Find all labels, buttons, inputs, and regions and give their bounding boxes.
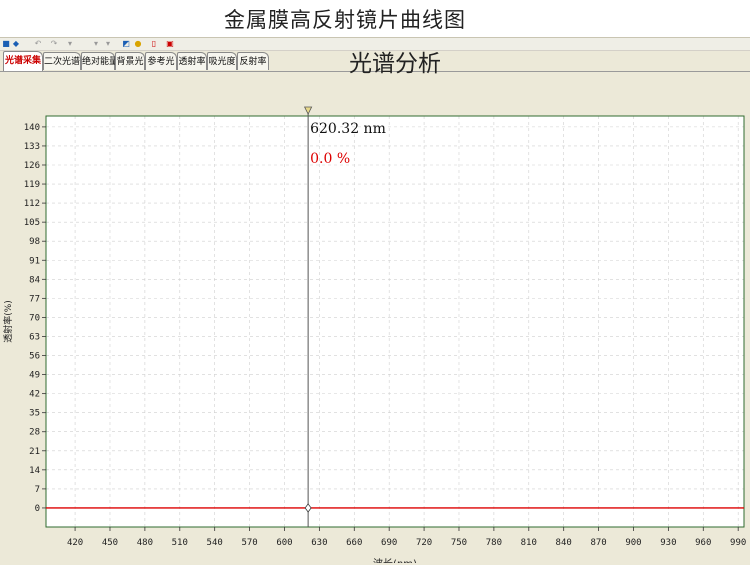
y-tick-label: 21 <box>29 447 40 457</box>
x-tick-label: 930 <box>660 538 676 548</box>
x-tick-label: 810 <box>521 538 537 548</box>
x-tick-label: 600 <box>276 538 292 548</box>
x-tick-label: 780 <box>486 538 502 548</box>
y-tick-label: 56 <box>29 352 40 362</box>
y-tick-label: 0 <box>35 504 40 514</box>
y-tick-label: 84 <box>29 275 40 285</box>
x-tick-label: 750 <box>451 538 467 548</box>
x-tick-label: 630 <box>311 538 327 548</box>
x-tick-label: 720 <box>416 538 432 548</box>
y-tick-label: 126 <box>24 161 40 171</box>
y-tick-label: 119 <box>24 180 40 190</box>
cursor-handle-icon[interactable] <box>303 106 313 115</box>
spectrum-chart[interactable]: 0 7 14 21 28 35 42 49 56 63 70 77 84 91 98 105 112 119 126… <box>0 0 750 563</box>
y-tick-label: 49 <box>29 371 40 381</box>
x-tick-label: 840 <box>556 538 572 548</box>
x-tick-label: 480 <box>137 538 153 548</box>
y-tick-label: 42 <box>29 390 40 400</box>
x-tick-label: 690 <box>381 538 397 548</box>
y-tick-label: 112 <box>24 199 40 209</box>
x-tick-label: 510 <box>172 538 188 548</box>
cursor-value-label: 0.0 % <box>310 151 350 167</box>
y-tick-label: 105 <box>24 218 40 228</box>
y-tick-label: 77 <box>29 294 40 304</box>
cursor-wavelength-label: 620.32 nm <box>310 121 386 137</box>
x-tick-label: 450 <box>102 538 118 548</box>
y-tick-label: 140 <box>24 123 40 133</box>
plot-area <box>46 116 744 527</box>
x-tick-label: 960 <box>695 538 711 548</box>
y-tick-label: 70 <box>29 313 40 323</box>
y-tick-label: 133 <box>24 142 40 152</box>
x-tick-label: 870 <box>590 538 606 548</box>
y-tick-label: 7 <box>35 485 40 495</box>
y-tick-label: 35 <box>29 409 40 419</box>
x-tick-label: 900 <box>625 538 641 548</box>
x-tick-label: 660 <box>346 538 362 548</box>
y-tick-label: 63 <box>29 332 40 342</box>
y-axis-label: 透射率(%) <box>2 300 14 343</box>
x-axis-label: 波长(nm) <box>373 557 417 563</box>
x-tick-label: 540 <box>207 538 223 548</box>
y-tick-label: 98 <box>29 237 40 247</box>
y-tick-label: 28 <box>29 428 40 438</box>
x-tick-label: 990 <box>730 538 746 548</box>
x-tick-label: 570 <box>241 538 257 548</box>
x-tick-label: 420 <box>67 538 83 548</box>
y-tick-label: 91 <box>29 256 40 266</box>
y-tick-label: 14 <box>29 466 40 476</box>
